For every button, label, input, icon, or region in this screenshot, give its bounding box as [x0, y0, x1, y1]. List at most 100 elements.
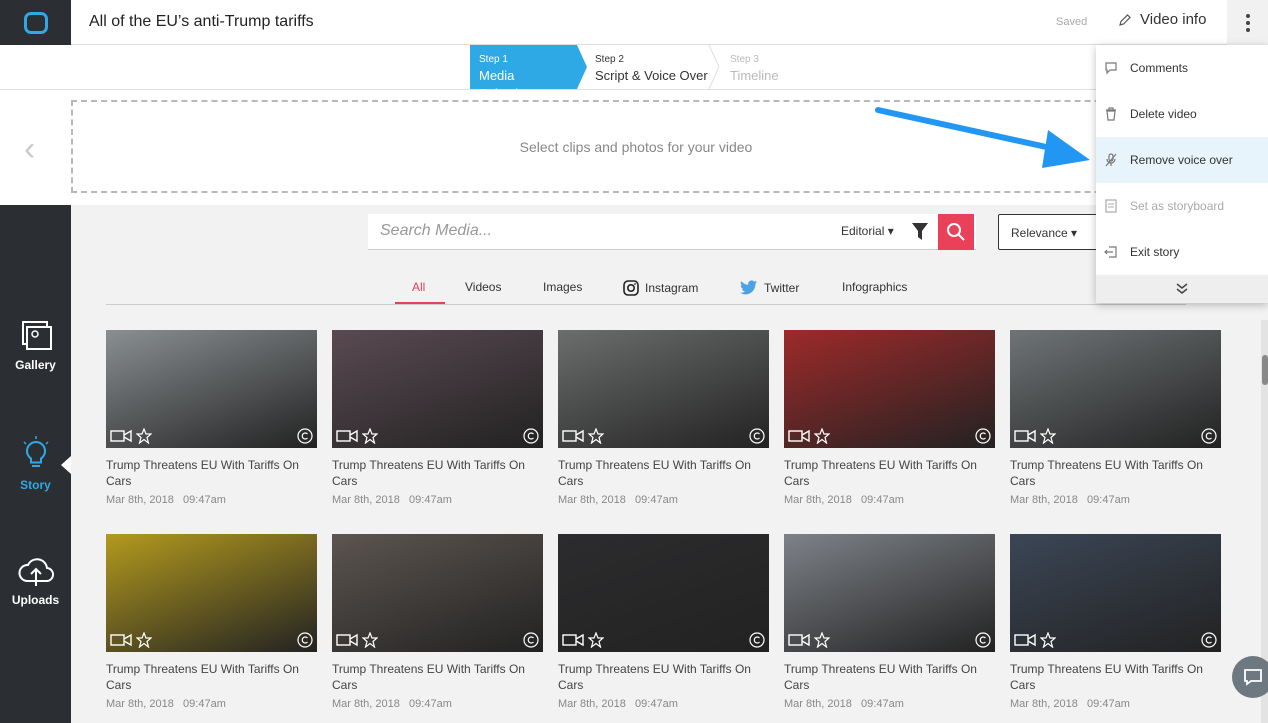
story-title[interactable]: All of the EU’s anti-Trump tariffs	[89, 13, 314, 31]
source-label: Editorial	[841, 224, 885, 238]
tab-videos[interactable]: Videos	[465, 280, 501, 294]
copyright-icon	[1201, 632, 1217, 648]
menu-item-comments[interactable]: Comments	[1096, 45, 1268, 91]
step-timeline[interactable]: Step 3 Timeline	[721, 45, 789, 89]
thumbnail-toolbar	[784, 424, 995, 448]
media-title[interactable]: Trump Threatens EU With Tariffs On Cars	[106, 457, 317, 489]
chevron-left-icon[interactable]: ‹	[24, 132, 35, 166]
media-date: Mar 8th, 2018	[1010, 494, 1078, 506]
media-card[interactable]: Trump Threatens EU With Tariffs On Cars M…	[332, 534, 543, 710]
media-card[interactable]: Trump Threatens EU With Tariffs On Cars M…	[106, 330, 317, 506]
source-dropdown[interactable]: Editorial ▾	[841, 224, 894, 238]
chat-button[interactable]	[1232, 656, 1268, 698]
search-input[interactable]	[380, 222, 820, 240]
media-card[interactable]: Trump Threatens EU With Tariffs On Cars M…	[558, 534, 769, 710]
star-icon[interactable]	[814, 632, 830, 648]
sort-dropdown[interactable]: Relevance ▾	[998, 214, 1098, 250]
mic-off-icon	[1105, 153, 1117, 167]
star-icon[interactable]	[136, 632, 152, 648]
media-card[interactable]: Trump Threatens EU With Tariffs On Cars M…	[784, 330, 995, 506]
video-camera-icon	[110, 633, 132, 647]
menu-item-delete-video[interactable]: Delete video	[1096, 91, 1268, 137]
tab-instagram[interactable]: Instagram	[623, 280, 698, 296]
menu-item-label: Remove voice over	[1130, 153, 1233, 167]
star-icon[interactable]	[588, 428, 604, 444]
media-time: 09:47am	[635, 494, 678, 506]
media-thumbnail[interactable]	[332, 330, 543, 448]
media-thumbnail[interactable]	[784, 330, 995, 448]
media-title[interactable]: Trump Threatens EU With Tariffs On Cars	[332, 457, 543, 489]
media-date: Mar 8th, 2018	[784, 494, 852, 506]
media-date: Mar 8th, 2018	[558, 698, 626, 710]
media-title[interactable]: Trump Threatens EU With Tariffs On Cars	[784, 457, 995, 489]
thumbnail-toolbar	[1010, 628, 1221, 652]
tab-label: Infographics	[842, 280, 908, 294]
scrollbar-thumb[interactable]	[1262, 355, 1268, 385]
media-timestamp: Mar 8th, 2018 09:47am	[558, 494, 769, 506]
media-thumbnail[interactable]	[106, 330, 317, 448]
tab-twitter[interactable]: Twitter	[740, 280, 799, 295]
sidebar-label: Uploads	[11, 593, 60, 607]
media-title[interactable]: Trump Threatens EU With Tariffs On Cars	[784, 661, 995, 693]
media-timestamp: Mar 8th, 2018 09:47am	[106, 698, 317, 710]
more-options-button[interactable]	[1227, 0, 1268, 45]
filter-icon[interactable]	[911, 222, 929, 242]
media-thumbnail[interactable]	[106, 534, 317, 652]
media-time: 09:47am	[183, 494, 226, 506]
sidebar-item-gallery[interactable]: Gallery	[0, 320, 71, 372]
star-icon[interactable]	[362, 428, 378, 444]
media-card[interactable]: Trump Threatens EU With Tariffs On Cars M…	[332, 330, 543, 506]
media-card[interactable]: Trump Threatens EU With Tariffs On Cars M…	[106, 534, 317, 710]
storyboard-icon	[1105, 199, 1117, 213]
media-thumbnail[interactable]	[558, 330, 769, 448]
step-label: Timeline	[730, 68, 779, 83]
thumbnail-toolbar	[332, 628, 543, 652]
media-date: Mar 8th, 2018	[1010, 698, 1078, 710]
media-thumbnail[interactable]	[1010, 534, 1221, 652]
step-media-selection[interactable]: Step 1 Media Selection	[470, 45, 587, 101]
star-icon[interactable]	[588, 632, 604, 648]
tab-infographics[interactable]: Infographics	[842, 280, 907, 294]
tab-images[interactable]: Images	[543, 280, 582, 294]
media-title[interactable]: Trump Threatens EU With Tariffs On Cars	[332, 661, 543, 693]
active-tab-indicator	[395, 302, 445, 304]
menu-expand-button[interactable]	[1096, 275, 1268, 303]
star-icon[interactable]	[1040, 428, 1056, 444]
top-bar: All of the EU’s anti-Trump tariffs Saved…	[0, 0, 1268, 45]
annotation-arrow	[875, 107, 1090, 168]
media-title[interactable]: Trump Threatens EU With Tariffs On Cars	[558, 457, 769, 489]
star-icon[interactable]	[136, 428, 152, 444]
menu-item-label: Set as storyboard	[1130, 199, 1225, 213]
media-thumbnail[interactable]	[332, 534, 543, 652]
sidebar-item-uploads[interactable]: Uploads	[0, 555, 71, 607]
media-title[interactable]: Trump Threatens EU With Tariffs On Cars	[558, 661, 769, 693]
media-card[interactable]: Trump Threatens EU With Tariffs On Cars M…	[784, 534, 995, 710]
star-icon[interactable]	[814, 428, 830, 444]
media-browser: Editorial ▾ Relevance ▾ All Videos Image…	[71, 205, 1268, 723]
video-info-button[interactable]: Video info	[1118, 11, 1206, 28]
menu-item-remove-voice-over[interactable]: Remove voice over	[1096, 137, 1268, 183]
search-button[interactable]	[938, 214, 974, 250]
copyright-icon	[975, 632, 991, 648]
lightbulb-icon	[22, 436, 49, 467]
media-thumbnail[interactable]	[784, 534, 995, 652]
copyright-icon	[523, 428, 539, 444]
step-label: Script & Voice Over	[595, 68, 708, 83]
media-title[interactable]: Trump Threatens EU With Tariffs On Cars	[106, 661, 317, 693]
media-card[interactable]: Trump Threatens EU With Tariffs On Cars M…	[1010, 330, 1221, 506]
tab-all[interactable]: All	[412, 280, 425, 294]
menu-item-set-as-storyboard[interactable]: Set as storyboard	[1096, 183, 1268, 229]
copyright-icon	[975, 428, 991, 444]
media-title[interactable]: Trump Threatens EU With Tariffs On Cars	[1010, 661, 1221, 693]
step-number: Step 1	[479, 54, 508, 65]
media-thumbnail[interactable]	[1010, 330, 1221, 448]
star-icon[interactable]	[362, 632, 378, 648]
media-thumbnail[interactable]	[558, 534, 769, 652]
app-logo[interactable]	[0, 0, 71, 45]
step-script-voice-over[interactable]: Step 2 Script & Voice Over	[586, 45, 718, 89]
media-card[interactable]: Trump Threatens EU With Tariffs On Cars M…	[1010, 534, 1221, 710]
media-title[interactable]: Trump Threatens EU With Tariffs On Cars	[1010, 457, 1221, 489]
media-card[interactable]: Trump Threatens EU With Tariffs On Cars M…	[558, 330, 769, 506]
star-icon[interactable]	[1040, 632, 1056, 648]
menu-item-exit-story[interactable]: Exit story	[1096, 229, 1268, 275]
